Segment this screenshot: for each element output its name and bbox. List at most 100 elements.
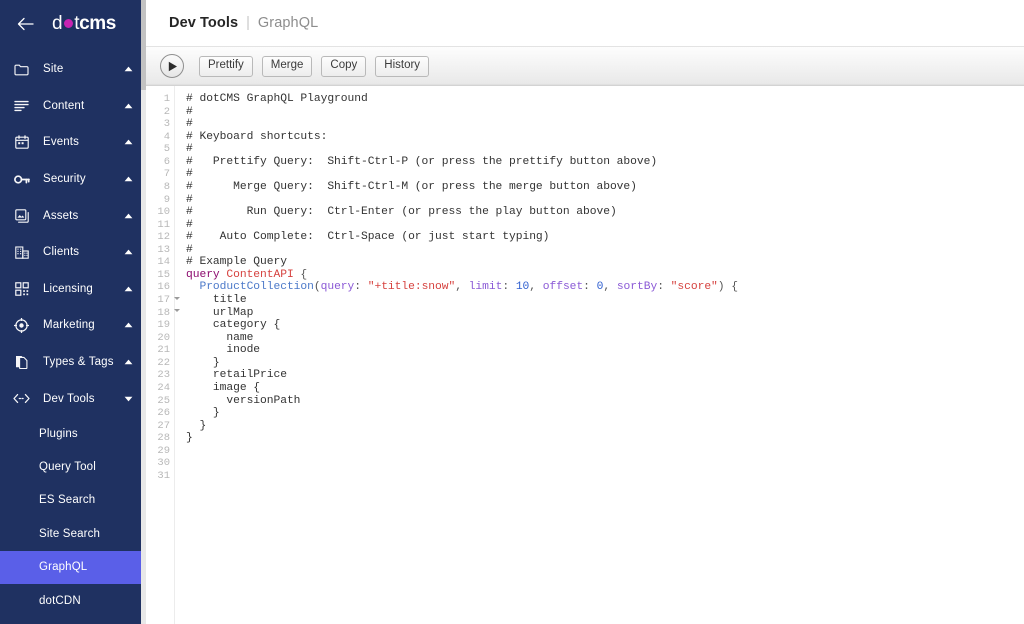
- token-keyword-query: query: [186, 268, 220, 281]
- code-line: #: [186, 218, 193, 231]
- sidebar-item-label: Types & Tags: [43, 356, 114, 369]
- sidebar-nav: Site Content Events Security Assets Clie…: [0, 47, 146, 624]
- line-number: 7: [163, 168, 170, 181]
- token-brace: {: [293, 268, 308, 281]
- code-line: # dotCMS GraphQL Playground: [186, 93, 368, 105]
- pages-icon: [13, 354, 30, 371]
- line-number: 29: [157, 444, 170, 457]
- chevron-up-icon[interactable]: [123, 210, 134, 221]
- sidebar-subitem-dotcdn[interactable]: dotCDN: [0, 584, 146, 617]
- sidebar-item-events[interactable]: Events: [0, 124, 146, 161]
- sidebar: d t cms Site Content Events Security Ass…: [0, 0, 146, 624]
- main-content: Dev Tools | GraphQL Prettify Merge Copy Hi…: [146, 0, 1024, 624]
- sidebar-item-clients[interactable]: Clients: [0, 234, 146, 271]
- token-comma: ,: [455, 281, 469, 294]
- line-number: 27: [157, 419, 170, 432]
- chevron-up-icon[interactable]: [123, 283, 134, 294]
- sidebar-item-dev-tools[interactable]: Dev Tools: [0, 380, 146, 417]
- sidebar-item-marketing[interactable]: Marketing: [0, 307, 146, 344]
- code-line: inode: [186, 344, 261, 357]
- sidebar-subitem-plugins[interactable]: Plugins: [0, 417, 146, 450]
- fold-triangle-icon[interactable]: [174, 296, 180, 300]
- back-arrow-icon[interactable]: [12, 11, 38, 37]
- chevron-up-icon[interactable]: [123, 137, 134, 148]
- editor-code-area[interactable]: # dotCMS GraphQL Playground # # # Keyboa…: [175, 86, 1024, 624]
- code-line-query-decl: query ContentAPI {: [186, 269, 1024, 282]
- chevron-up-icon[interactable]: [123, 357, 134, 368]
- line-number: 30: [157, 457, 170, 470]
- code-line: retailPrice: [186, 369, 287, 382]
- prettify-button[interactable]: Prettify: [199, 55, 253, 77]
- key-icon: [13, 171, 30, 188]
- history-button[interactable]: History: [375, 55, 430, 77]
- editor-toolbar: Prettify Merge Copy History: [146, 47, 1024, 86]
- line-number: 12: [157, 231, 170, 244]
- sidebar-subitem-site-search[interactable]: Site Search: [0, 517, 146, 550]
- line-number: 4: [163, 130, 170, 143]
- token-paren: (: [313, 281, 321, 294]
- breadcrumb-current: GraphQL: [257, 15, 319, 31]
- code-line: #: [186, 168, 193, 181]
- line-number: 16: [157, 281, 170, 294]
- token-comma: ,: [603, 281, 617, 294]
- sidebar-item-site[interactable]: Site: [0, 51, 146, 88]
- run-query-button[interactable]: [160, 54, 184, 78]
- dev-tools-subnav: Plugins Query Tool ES Search Site Search…: [0, 417, 146, 624]
- sidebar-subitem-es-search[interactable]: ES Search: [0, 484, 146, 517]
- line-number: 11: [157, 218, 170, 231]
- line-number: 25: [157, 394, 170, 407]
- sidebar-subitem-query-tool[interactable]: Query Tool: [0, 450, 146, 483]
- token-arg-query-value: "+title:snow": [367, 281, 456, 294]
- chevron-up-icon[interactable]: [123, 174, 134, 185]
- token-arg-sortby-value: "score": [670, 281, 718, 294]
- chevron-up-icon[interactable]: [123, 247, 134, 258]
- code-line: name: [186, 331, 254, 344]
- token-arg-query: query: [320, 281, 355, 294]
- chevron-down-icon[interactable]: [123, 393, 134, 404]
- qr-grid-icon: [13, 280, 30, 297]
- token-arg-limit-value: 10: [515, 281, 530, 294]
- graphql-query-editor[interactable]: 1 2 3 4 5 6 7 8 9 10 11 12 13 14 15 16 17 18 19 20 21 22 23 24 2…: [146, 86, 1024, 624]
- code-line: }: [186, 407, 220, 420]
- code-line: #: [186, 193, 193, 206]
- code-line: # Prettify Query: Shift-Ctrl-P (or press…: [186, 155, 658, 168]
- sidebar-item-label: Licensing: [43, 282, 93, 295]
- token-arg-offset: offset: [542, 281, 584, 294]
- code-line: }: [186, 356, 220, 369]
- line-number: 9: [163, 193, 170, 206]
- chevron-up-icon[interactable]: [123, 320, 134, 331]
- line-number: 21: [157, 344, 170, 357]
- code-line: image {: [186, 381, 261, 394]
- sidebar-item-content[interactable]: Content: [0, 88, 146, 125]
- logo-dot: [63, 19, 73, 28]
- target-icon: [13, 317, 30, 334]
- sidebar-item-types-and-tags[interactable]: Types & Tags: [0, 344, 146, 381]
- token-colon: :: [502, 281, 516, 294]
- sidebar-item-assets[interactable]: Assets: [0, 197, 146, 234]
- sidebar-subitem-graphql[interactable]: GraphQL: [0, 550, 146, 584]
- line-number: 14: [157, 256, 170, 269]
- dotcms-logo: d t cms: [38, 14, 136, 33]
- merge-button[interactable]: Merge: [261, 55, 313, 77]
- code-line: # Merge Query: Shift-Ctrl-M (or press th…: [186, 180, 637, 193]
- sidebar-item-label: Content: [43, 99, 85, 112]
- code-line: category {: [186, 319, 281, 332]
- fold-triangle-icon[interactable]: [174, 309, 180, 313]
- line-number: 2: [163, 105, 170, 118]
- code-line: # Example Query: [186, 256, 287, 269]
- sidebar-item-label: Marketing: [43, 319, 95, 332]
- code-line: #: [186, 143, 193, 156]
- sidebar-item-licensing[interactable]: Licensing: [0, 271, 146, 308]
- chevron-up-icon[interactable]: [123, 64, 134, 75]
- token-comma: ,: [529, 281, 543, 294]
- sidebar-item-label: Assets: [43, 209, 79, 222]
- sidebar-item-label: Security: [43, 173, 86, 186]
- app-root: d t cms Site Content Events Security Ass…: [0, 0, 1024, 624]
- line-number: 17: [146, 294, 180, 307]
- sidebar-item-label: Events: [43, 136, 80, 149]
- code-line: # Run Query: Ctrl-Enter (or press the pl…: [186, 206, 617, 219]
- chevron-up-icon[interactable]: [123, 100, 134, 111]
- copy-button[interactable]: Copy: [321, 55, 367, 77]
- sidebar-subitem-api-playground[interactable]: API Playground: [0, 617, 146, 624]
- sidebar-item-security[interactable]: Security: [0, 161, 146, 198]
